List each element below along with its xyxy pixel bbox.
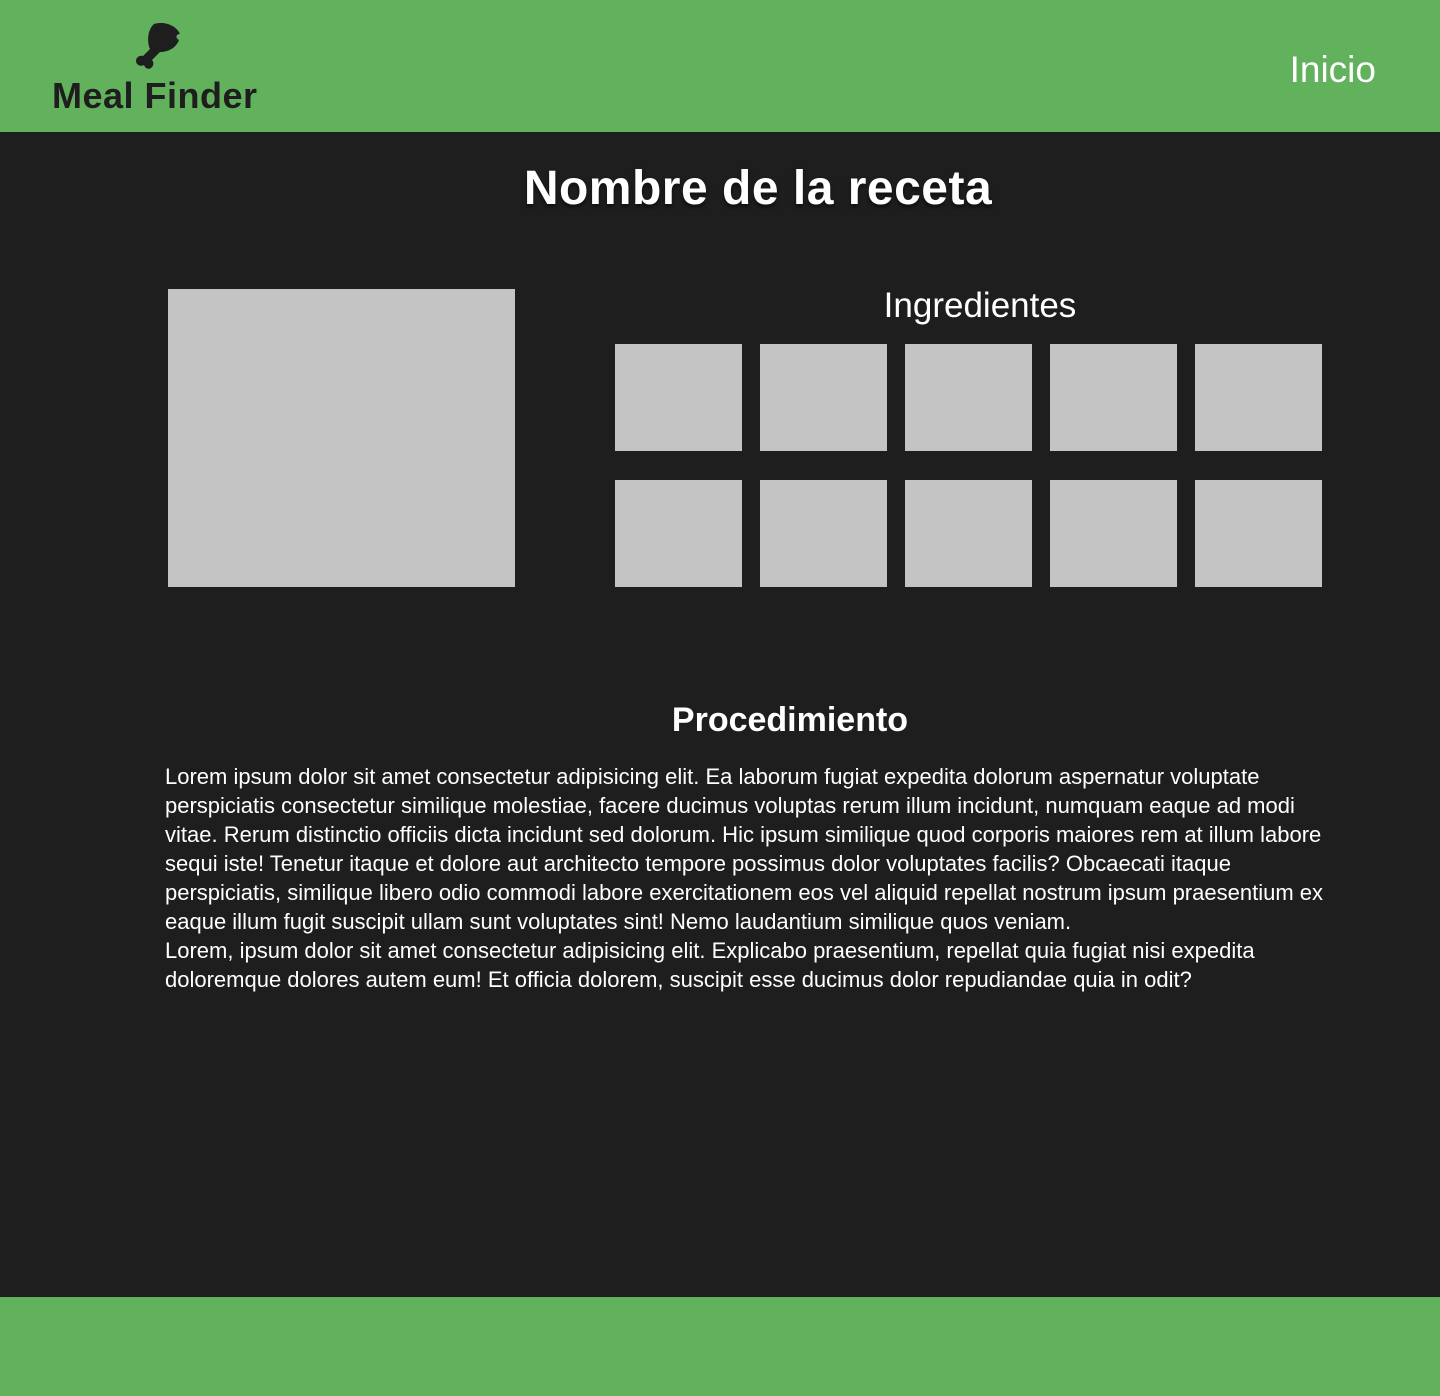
ingredient-item[interactable] — [760, 480, 887, 587]
nav-link-inicio[interactable]: Inicio — [1290, 48, 1376, 92]
procedure-title: Procedimiento — [671, 701, 909, 739]
site-header: Meal Finder Inicio — [0, 0, 1440, 132]
ingredient-item[interactable] — [1195, 344, 1322, 451]
recipe-title: Nombre de la receta — [523, 162, 993, 215]
ingredients-title: Ingredientes — [883, 286, 1077, 325]
logo-text[interactable]: Meal Finder — [52, 74, 258, 118]
ingredient-item[interactable] — [615, 480, 742, 587]
ingredient-item[interactable] — [1050, 344, 1177, 451]
procedure-text: Lorem ipsum dolor sit amet consectetur a… — [165, 762, 1325, 994]
ingredient-item[interactable] — [615, 344, 742, 451]
ingredient-item[interactable] — [1195, 480, 1322, 587]
recipe-image — [168, 289, 515, 587]
ingredient-item[interactable] — [1050, 480, 1177, 587]
procedure-paragraph: Lorem, ipsum dolor sit amet consectetur … — [165, 938, 1255, 992]
ingredient-item[interactable] — [760, 344, 887, 451]
site-footer — [0, 1297, 1440, 1396]
chicken-drumstick-icon — [136, 23, 180, 69]
procedure-paragraph: Lorem ipsum dolor sit amet consectetur a… — [165, 764, 1323, 934]
ingredient-item[interactable] — [905, 480, 1032, 587]
ingredient-item[interactable] — [905, 344, 1032, 451]
